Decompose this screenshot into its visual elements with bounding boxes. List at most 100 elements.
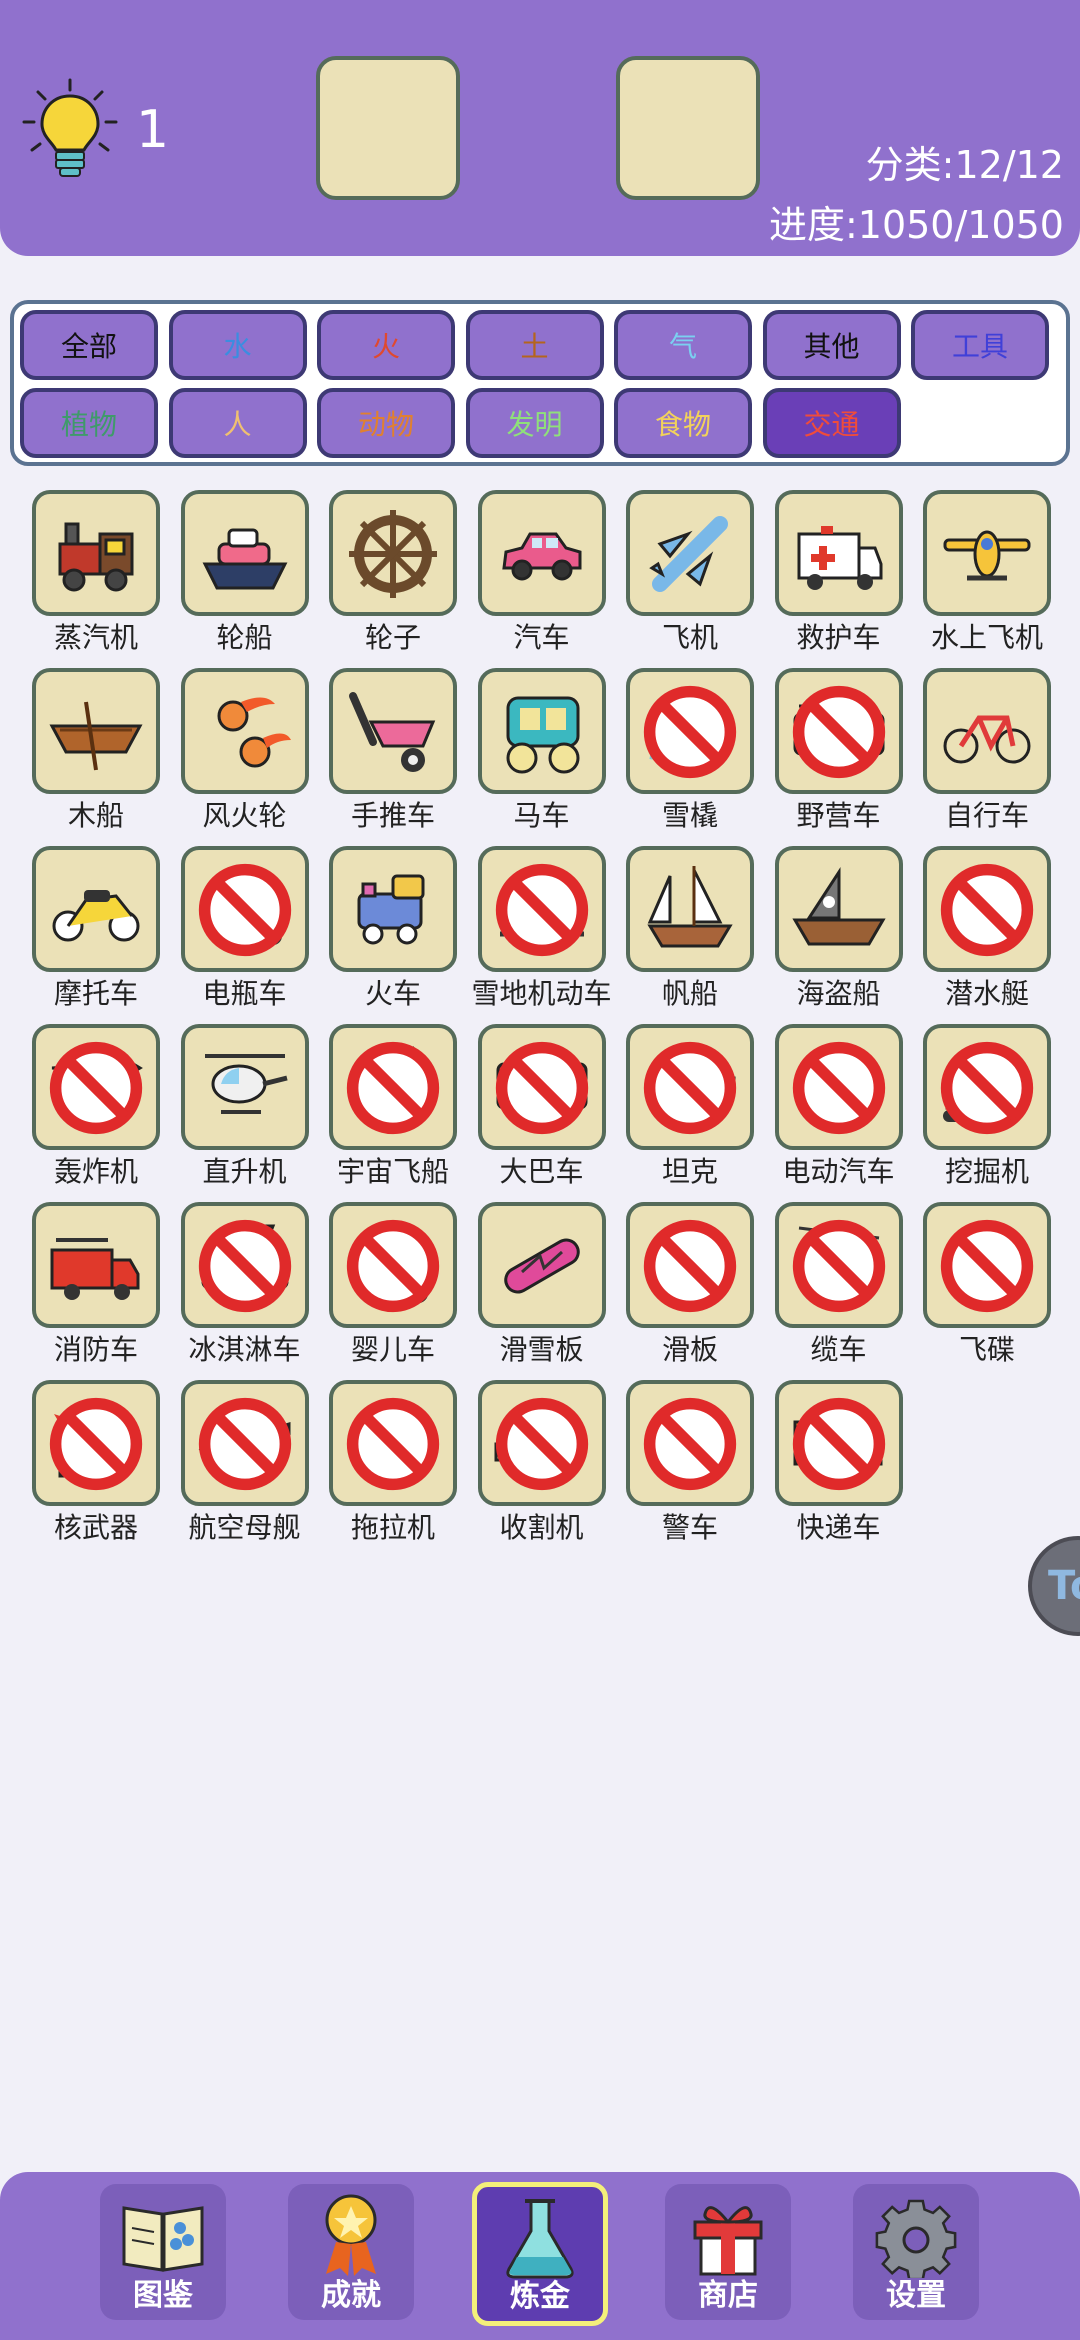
filter-chip-label: 动物 (357, 408, 414, 441)
filter-chip[interactable]: 动物 (317, 388, 455, 458)
fire-wheels-icon (217, 697, 291, 768)
element-tile[interactable]: 手推车 (317, 668, 465, 838)
element-tile[interactable]: 拖拉机 (317, 1380, 465, 1550)
lightbulb-icon[interactable] (22, 78, 118, 182)
element-tile[interactable]: 核武器 (20, 1380, 168, 1550)
locked-badge-icon (940, 863, 1034, 957)
element-tile[interactable]: 蒸汽机 (20, 490, 168, 660)
element-tile[interactable]: 飞碟 (911, 1202, 1059, 1372)
side-floating-button[interactable]: To (1028, 1536, 1080, 1636)
element-label: 轮子 (364, 621, 421, 654)
element-tile-box (923, 490, 1051, 616)
element-tile[interactable]: 缆车 (763, 1202, 911, 1372)
filter-chip-label: 工具 (951, 330, 1008, 363)
element-tile[interactable]: 雪橇 (614, 668, 762, 838)
nav-item[interactable]: 成就 (288, 2184, 414, 2320)
element-label: 航空母舰 (188, 1511, 301, 1544)
filter-chip[interactable]: 工具 (911, 310, 1049, 380)
element-tile[interactable]: 轮子 (317, 490, 465, 660)
filter-chip[interactable]: 气 (614, 310, 752, 380)
element-tile-box (774, 490, 903, 616)
element-tile[interactable]: 雪地机动车 (466, 846, 614, 1016)
nav-item[interactable]: 图鉴 (100, 2184, 226, 2320)
element-tile[interactable]: 木船 (20, 668, 168, 838)
element-tile[interactable]: 警车 (614, 1380, 762, 1550)
filter-chip-label: 气 (668, 330, 697, 363)
element-label: 电动汽车 (782, 1155, 895, 1188)
filter-chip[interactable]: 发明 (465, 388, 604, 458)
element-tile[interactable]: 消防车 (20, 1202, 168, 1372)
element-tile[interactable]: 风火轮 (169, 668, 317, 838)
element-tile[interactable]: 野营车 (763, 668, 911, 838)
element-tile[interactable]: 海盗船 (763, 846, 911, 1016)
element-tile[interactable]: 冰淇淋车 (169, 1202, 317, 1372)
element-tile[interactable]: 电瓶车 (169, 846, 317, 1016)
airplane-icon (649, 516, 728, 592)
element-tile[interactable]: 自行车 (911, 668, 1059, 838)
nav-item[interactable]: 商店 (665, 2184, 791, 2320)
element-tile[interactable]: 挖掘机 (911, 1024, 1059, 1194)
filter-chip[interactable]: 食物 (614, 388, 752, 458)
steam-engine-icon (58, 522, 134, 592)
element-tile[interactable]: 婴儿车 (317, 1202, 465, 1372)
combine-slot-right[interactable] (616, 56, 760, 200)
element-label: 手推车 (350, 799, 435, 832)
element-tile[interactable]: 轰炸机 (20, 1024, 168, 1194)
element-tile[interactable]: 电动汽车 (763, 1024, 911, 1194)
element-tile[interactable]: 宇宙飞船 (317, 1024, 465, 1194)
element-tile[interactable]: 马车 (466, 668, 614, 838)
element-tile[interactable]: 滑板 (614, 1202, 762, 1372)
element-tile[interactable]: 水上飞机 (911, 490, 1059, 660)
bicycle-icon (943, 715, 1031, 764)
element-tile[interactable]: 收割机 (466, 1380, 614, 1550)
element-tile-box (329, 846, 457, 972)
element-label: 帆船 (661, 977, 718, 1010)
element-label: 雪橇 (661, 799, 718, 832)
filter-chip[interactable]: 人 (168, 388, 307, 458)
ship-icon (202, 528, 287, 590)
filter-chip[interactable]: 火 (317, 310, 455, 380)
filter-chip[interactable]: 其他 (762, 310, 901, 380)
nav-item[interactable]: 设置 (853, 2184, 979, 2320)
element-tile-box (923, 1024, 1051, 1150)
element-tile[interactable]: 救护车 (763, 490, 911, 660)
element-tile[interactable]: 火车 (317, 846, 465, 1016)
element-tile[interactable]: 快递车 (763, 1380, 911, 1550)
element-label: 野营车 (796, 799, 881, 832)
element-label: 火车 (364, 977, 421, 1010)
nav-item[interactable]: 炼金 (472, 2182, 608, 2326)
medal-icon (325, 2194, 377, 2276)
element-tile[interactable]: 帆船 (614, 846, 762, 1016)
element-tile[interactable]: 大巴车 (466, 1024, 614, 1194)
filter-chip[interactable]: 植物 (20, 388, 158, 458)
element-label: 滑雪板 (499, 1333, 584, 1366)
filter-chip[interactable]: 交通 (762, 388, 901, 458)
element-tile[interactable]: 滑雪板 (466, 1202, 614, 1372)
nav-label: 成就 (321, 2278, 381, 2313)
element-tile-box (329, 490, 457, 616)
element-tile[interactable]: 飞机 (614, 490, 762, 660)
locked-badge-icon (792, 1219, 885, 1313)
locked-badge-icon (346, 1041, 440, 1135)
element-label: 雪地机动车 (471, 977, 612, 1010)
combine-slot-left[interactable] (316, 56, 460, 200)
nav-label: 商店 (698, 2278, 758, 2313)
element-tile-box (180, 846, 309, 972)
element-tile[interactable]: 汽车 (466, 490, 614, 660)
element-tile[interactable]: 直升机 (169, 1024, 317, 1194)
element-tile-box (626, 1202, 754, 1328)
filter-chip-label: 火 (371, 330, 400, 363)
filter-chip[interactable]: 水 (168, 310, 307, 380)
encyclopedia-book-icon (122, 2206, 204, 2272)
filter-chip[interactable]: 土 (465, 310, 604, 380)
element-label: 海盗船 (796, 977, 881, 1010)
element-tile[interactable]: 潜水艇 (911, 846, 1059, 1016)
filter-chip[interactable]: 全部 (20, 310, 158, 380)
element-tile[interactable]: 航空母舰 (169, 1380, 317, 1550)
locked-badge-icon (643, 1041, 737, 1135)
element-label: 自行车 (944, 799, 1029, 832)
element-tile[interactable]: 轮船 (169, 490, 317, 660)
side-button-text: To (1048, 1563, 1080, 1609)
element-tile[interactable]: 摩托车 (20, 846, 168, 1016)
element-tile[interactable]: 坦克 (614, 1024, 762, 1194)
